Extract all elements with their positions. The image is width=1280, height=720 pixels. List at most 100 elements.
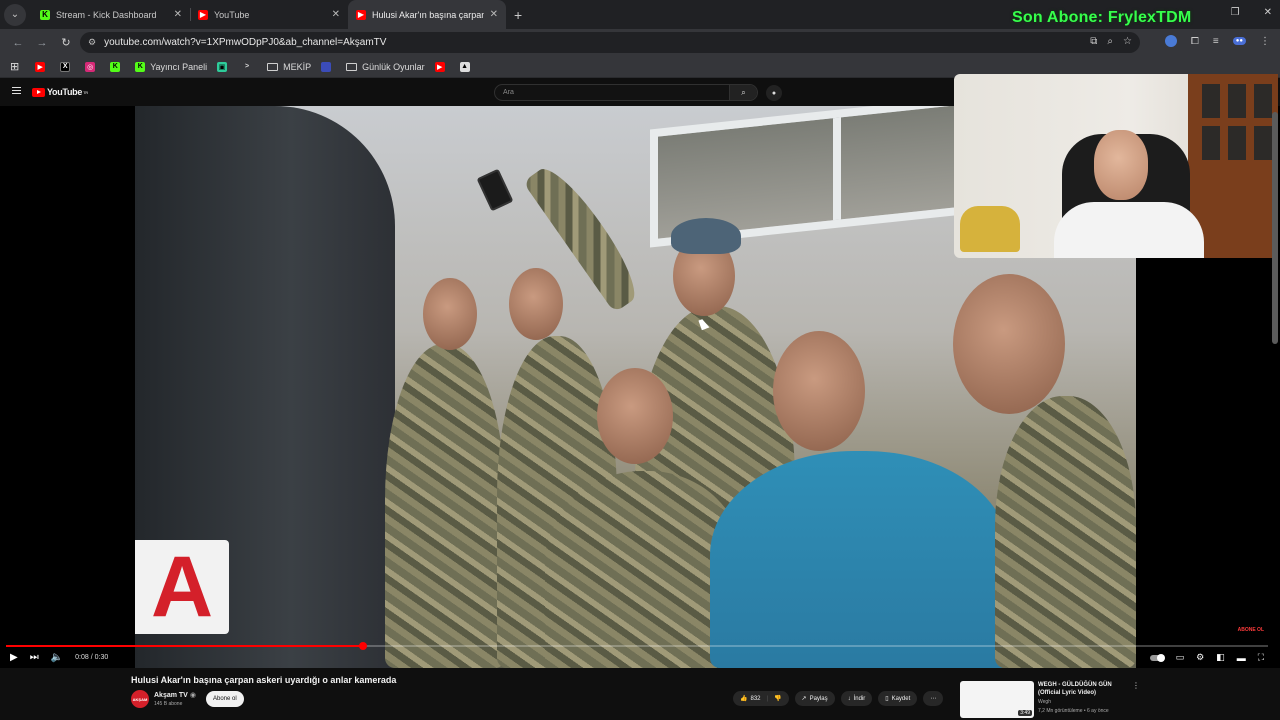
tab-kick-dashboard[interactable]: K Stream - Kick Dashboard ✕ [32, 0, 190, 29]
search-icon[interactable]: ⌕ [729, 85, 757, 100]
apps-icon[interactable]: ⊞ [10, 60, 19, 73]
youtube-play-icon [32, 87, 45, 97]
youtube-logo-text: YouTube [47, 87, 83, 97]
tab-current-video[interactable]: ▶ Hulusi Akar'ın başına çarpan as ✕ [348, 0, 506, 29]
bookmark-folder-gunluk-oyunlar[interactable]: Günlük Oyunlar [346, 62, 425, 72]
webcam-scene-door-pane [1254, 84, 1272, 118]
tab-title: Hulusi Akar'ın başına çarpan as [372, 9, 484, 20]
youtube-logo[interactable]: YouTube TR [32, 87, 88, 97]
autoplay-toggle[interactable] [1149, 653, 1165, 662]
video-scene-beret [671, 218, 741, 254]
bookmark-label: MEKİP [283, 61, 312, 72]
video-title: Hulusi Akar'ın başına çarpan askeri uyar… [131, 675, 397, 685]
bookmark-kick[interactable]: K [110, 61, 125, 72]
star-icon[interactable]: ☆ [1123, 36, 1132, 47]
bookmark-terminal[interactable]: > [242, 62, 257, 72]
site-info-icon[interactable]: ⚙ [88, 37, 96, 48]
tab-search-button[interactable]: ⌄ [4, 3, 26, 26]
hamburger-menu-icon[interactable] [12, 87, 21, 96]
close-window-icon[interactable]: ✕ [1264, 7, 1272, 18]
page-scrollbar[interactable] [1272, 112, 1278, 344]
thumbs-down-icon[interactable]: 👎 [774, 695, 781, 702]
close-icon[interactable]: ✕ [174, 9, 182, 20]
folder-icon [267, 62, 279, 71]
theater-mode-icon[interactable]: ▬ [1237, 653, 1246, 663]
bookmark-instagram[interactable]: ◎ [85, 61, 100, 72]
webcam-scene-door-pane [1228, 126, 1246, 160]
subscribe-button[interactable]: Abone ol [206, 691, 244, 707]
download-label: İndir [853, 695, 866, 702]
bookmark-yayinci-paneli[interactable]: K Yayıncı Paneli [135, 61, 207, 72]
fullscreen-icon[interactable]: ⛶ [1258, 652, 1264, 663]
recommended-title[interactable]: WEGH - GÜLDÜĞÜN GÜN (Official Lyric Vide… [1038, 681, 1128, 698]
recommended-thumbnail[interactable]: 3:49 [960, 681, 1034, 718]
more-vert-icon[interactable]: ⋮ [1132, 681, 1140, 690]
search-input[interactable]: Ara [495, 89, 729, 96]
download-button[interactable]: ↓ İndir [840, 691, 873, 706]
video-actions: 👍 832 | 👎 ↗ Paylaş ↓ İndir ▯ Kaydet ⋯ [733, 691, 944, 706]
url-text[interactable]: youtube.com/watch?v=1XPmwODpPJ0&ab_chann… [104, 37, 386, 48]
microphone-icon[interactable]: ● [766, 85, 782, 101]
webcam-scene-streamer-head [1094, 130, 1148, 200]
reading-list-icon[interactable]: ≡ [1213, 36, 1219, 47]
forward-icon[interactable]: → [30, 37, 54, 49]
close-icon[interactable]: ✕ [490, 9, 498, 20]
new-tab-button[interactable]: + [514, 7, 522, 23]
install-app-icon[interactable]: ⧉ [1090, 36, 1097, 47]
terminal-icon: > [245, 63, 250, 70]
video-info-section: Hulusi Akar'ın başına çarpan askeri uyar… [0, 668, 1280, 720]
profile-icon[interactable]: ●● [1232, 37, 1246, 45]
bookmark-extra[interactable] [321, 61, 336, 72]
bookmark-app[interactable]: ▣ [217, 61, 232, 72]
recommended-video[interactable]: 3:49 WEGH - GÜLDÜĞÜN GÜN (Official Lyric… [960, 681, 1280, 720]
verified-icon: ◉ [189, 692, 196, 699]
subtitles-icon[interactable]: ▭ [1176, 652, 1185, 663]
next-icon[interactable]: ⏭ [30, 652, 39, 663]
reload-icon[interactable]: ↻ [54, 36, 78, 49]
play-icon[interactable]: ▶ [10, 652, 18, 663]
youtube-search-box[interactable]: Ara ⌕ [494, 84, 758, 101]
channel-name[interactable]: Akşam TV ◉ [154, 691, 196, 699]
bookmark-folder-mekip[interactable]: MEKİP [267, 62, 311, 72]
subscribe-corner-badge[interactable]: ABONE OL [1238, 627, 1264, 634]
tab-title: Stream - Kick Dashboard [56, 9, 157, 20]
puzzle-icon[interactable]: ⧠ [1191, 36, 1199, 47]
settings-gear-icon[interactable]: ⚙ [1196, 652, 1204, 663]
omnibox[interactable]: ⚙ youtube.com/watch?v=1XPmwODpPJ0&ab_cha… [80, 32, 1140, 53]
back-icon[interactable]: ← [6, 37, 30, 49]
restore-icon[interactable]: ❐ [1231, 7, 1240, 18]
zoom-icon[interactable]: ⌕ [1107, 36, 1113, 47]
extension-icon[interactable] [1164, 35, 1177, 47]
channel-avatar[interactable]: AKŞAM [131, 690, 149, 708]
youtube-icon: ▶ [35, 61, 46, 72]
bookmark-youtube[interactable]: ▶ [35, 61, 50, 72]
like-button[interactable]: 👍 832 | 👎 [733, 691, 789, 706]
progress-bar[interactable] [6, 642, 1268, 650]
menu-icon[interactable]: ⋮ [1260, 36, 1270, 47]
webcam-scene-bag [960, 206, 1020, 252]
video-duration: 3:49 [1018, 710, 1032, 716]
time-display: 0:08 / 0:30 [75, 654, 109, 661]
webcam-scene-door-pane [1202, 126, 1220, 160]
video-scene-head [773, 331, 865, 451]
video-scene-head [509, 268, 563, 340]
video-scene-phone [476, 168, 514, 212]
bookmark-image[interactable]: ▲ [459, 61, 475, 72]
video-scene-head [597, 368, 673, 464]
more-actions-button[interactable]: ⋯ [923, 691, 944, 706]
x-icon: X [60, 61, 71, 72]
tab-youtube[interactable]: ▶ YouTube ✕ [190, 0, 348, 29]
bookmark-youtube-2[interactable]: ▶ [434, 61, 450, 72]
thumbs-up-icon: 👍 [740, 696, 748, 702]
save-button[interactable]: ▯ Kaydet [878, 691, 918, 706]
share-button[interactable]: ↗ Paylaş [794, 691, 835, 706]
subscriber-count: 145 B abone [154, 701, 183, 707]
player-controls-left: ▶ ⏭ 🔈 0:08 / 0:30 [10, 652, 108, 663]
video-scene-soldier [995, 396, 1136, 668]
tab-title: YouTube [214, 9, 250, 20]
bookmark-x[interactable]: X [60, 61, 75, 72]
close-icon[interactable]: ✕ [332, 9, 340, 20]
recommended-channel[interactable]: Wegh [1038, 699, 1051, 705]
volume-icon[interactable]: 🔈 [51, 652, 63, 663]
miniplayer-icon[interactable]: ◧ [1216, 652, 1225, 663]
